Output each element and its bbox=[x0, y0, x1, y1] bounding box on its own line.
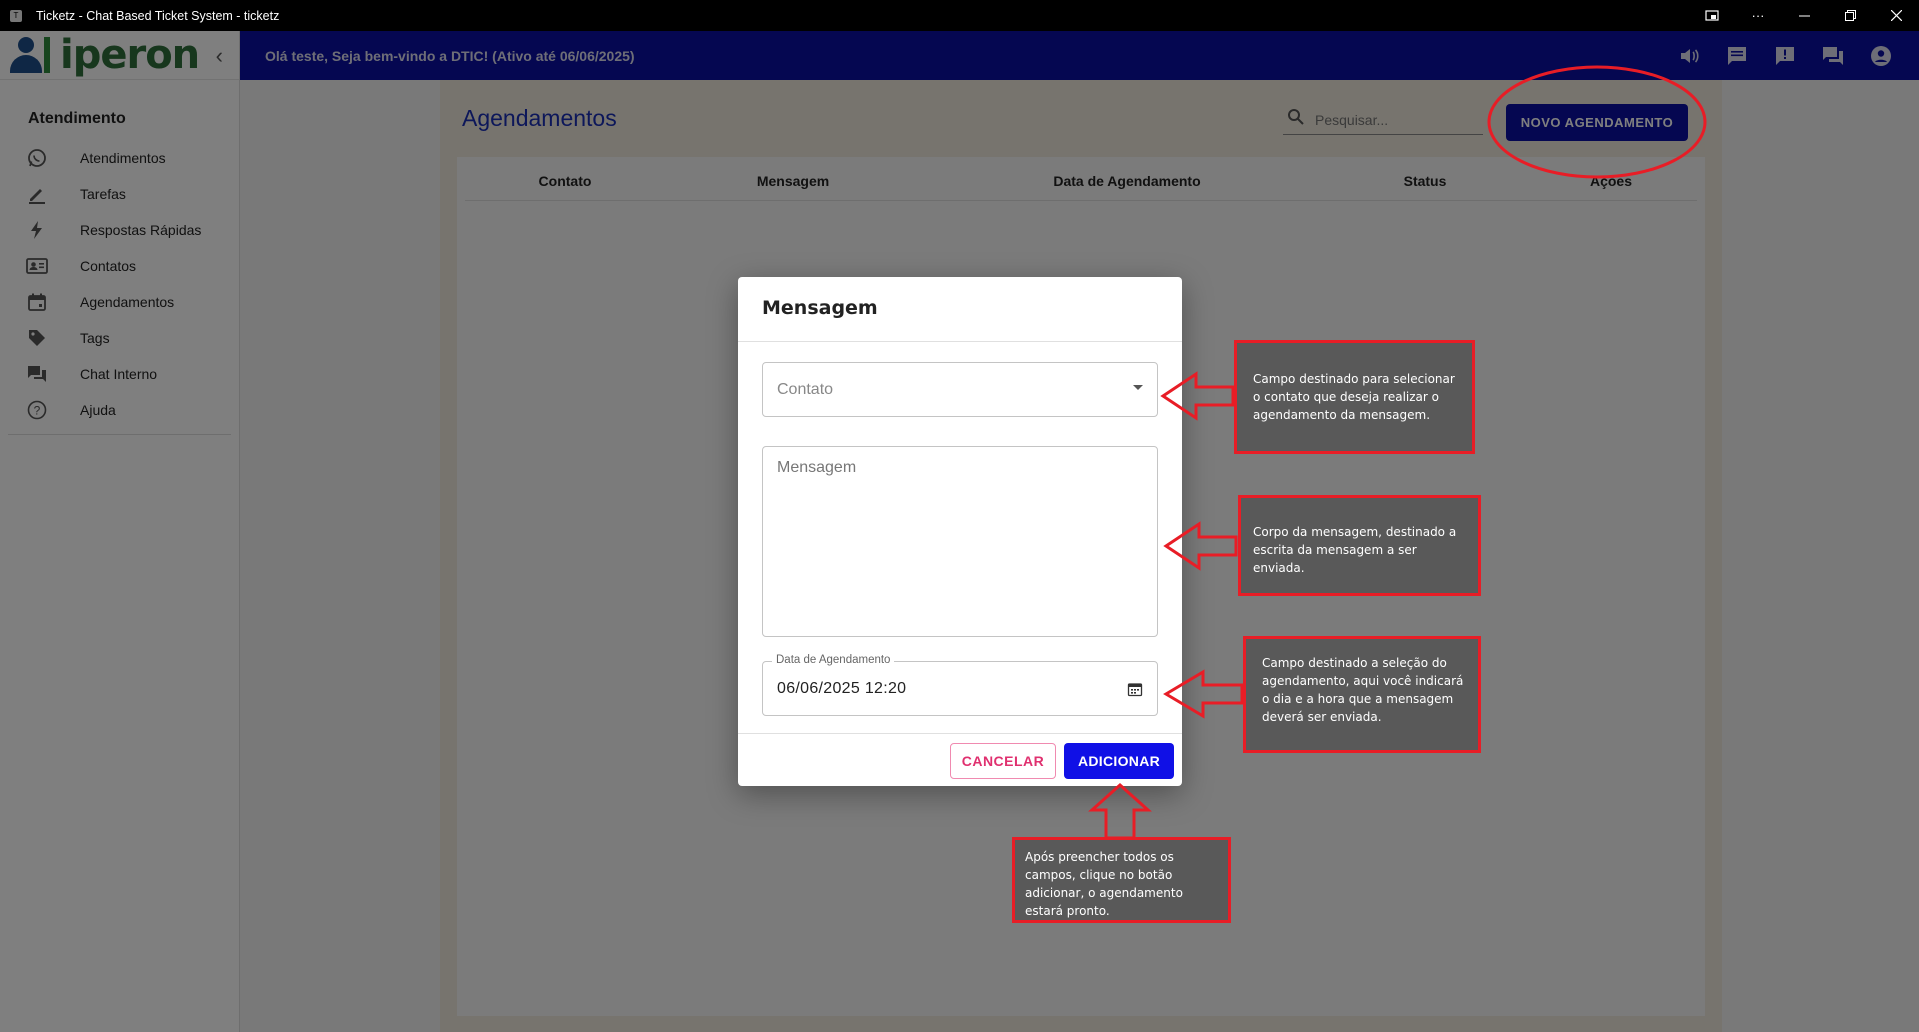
close-icon[interactable] bbox=[1873, 0, 1919, 31]
dialog-title: Mensagem bbox=[738, 277, 1182, 342]
annotation-add: Após preencher todos os campos, clique n… bbox=[1012, 837, 1231, 923]
schedule-date-field[interactable]: Data de Agendamento 06/06/2025 12:20 bbox=[762, 654, 1158, 716]
annotation-message: Corpo da mensagem, destinado a escrita d… bbox=[1238, 495, 1481, 596]
contact-placeholder: Contato bbox=[777, 381, 834, 398]
cast-icon[interactable] bbox=[1689, 0, 1735, 31]
app-icon: T bbox=[10, 9, 22, 22]
window-titlebar: T Ticketz - Chat Based Ticket System - t… bbox=[0, 0, 1919, 31]
annotation-message-text: Corpo da mensagem, destinado a escrita d… bbox=[1253, 525, 1457, 575]
schedule-dialog: Mensagem Contato Mensagem Data de Agenda… bbox=[738, 277, 1182, 786]
add-button[interactable]: ADICIONAR bbox=[1064, 743, 1174, 779]
schedule-date-label: Data de Agendamento bbox=[772, 654, 895, 666]
calendar-picker-icon[interactable] bbox=[1127, 681, 1143, 702]
window-controls: ··· bbox=[1689, 0, 1919, 31]
minimize-icon[interactable] bbox=[1781, 0, 1827, 31]
window-title: Ticketz - Chat Based Ticket System - tic… bbox=[36, 8, 280, 23]
annotation-contact-text: Campo destinado para selecionar o contat… bbox=[1253, 372, 1455, 422]
cancel-button[interactable]: CANCELAR bbox=[950, 743, 1056, 779]
annotation-add-text: Após preencher todos os campos, clique n… bbox=[1025, 850, 1183, 918]
more-icon[interactable]: ··· bbox=[1735, 0, 1781, 31]
restore-icon[interactable] bbox=[1827, 0, 1873, 31]
schedule-date-value: 06/06/2025 12:20 bbox=[777, 680, 907, 697]
message-textarea[interactable]: Mensagem bbox=[762, 446, 1158, 637]
dropdown-arrow-icon bbox=[1133, 385, 1143, 390]
contact-select[interactable]: Contato bbox=[762, 362, 1158, 417]
message-placeholder: Mensagem bbox=[777, 459, 857, 476]
annotation-date: Campo destinado a seleção do agendamento… bbox=[1243, 636, 1481, 753]
annotation-contact: Campo destinado para selecionar o contat… bbox=[1234, 340, 1475, 454]
annotation-date-text: Campo destinado a seleção do agendamento… bbox=[1262, 656, 1464, 724]
dialog-actions: CANCELAR ADICIONAR bbox=[738, 733, 1182, 786]
